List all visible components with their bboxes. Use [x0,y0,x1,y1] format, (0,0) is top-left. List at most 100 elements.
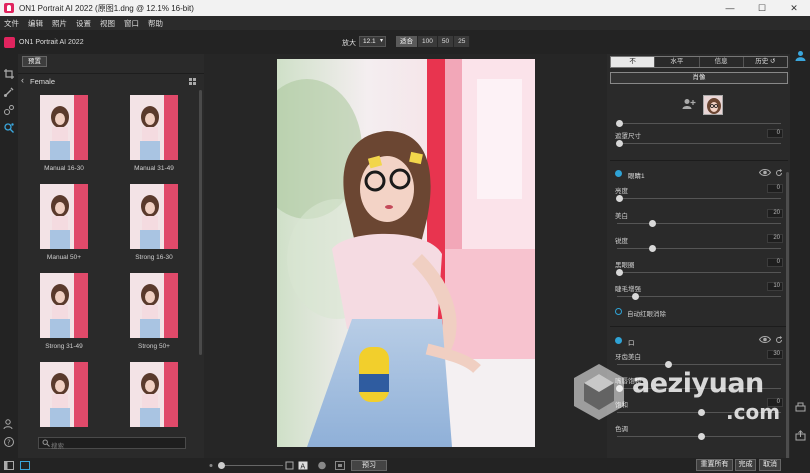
slider-track[interactable] [617,123,781,124]
adjustments-scrollbar[interactable] [786,172,789,462]
section-enabled-dot[interactable] [615,337,622,344]
preset-thumb[interactable]: Manual 16-30 [18,92,108,181]
slider-track[interactable] [617,143,781,144]
preset-thumb[interactable]: Manual 31-49 [108,92,198,181]
tab-2[interactable]: 信息 [700,57,744,67]
red-eye-option[interactable]: 自动红眼消除 [615,307,785,318]
presets-tab[interactable]: 预置 [22,56,47,67]
control-value[interactable]: 0 [767,184,783,193]
single-view-icon[interactable] [20,461,30,470]
close-button[interactable]: ✕ [778,0,810,16]
menu-edit[interactable]: 编辑 [28,18,43,29]
reset-icon[interactable] [775,169,783,177]
preview-button[interactable]: 预习 [351,460,387,471]
zoom-fit-button[interactable]: 适合 [396,36,418,47]
control-value[interactable]: 20 [767,234,783,243]
cancel-button[interactable]: 取消 [759,459,781,471]
preset-thumb[interactable]: Strong 31-49 [18,270,108,359]
preset-thumb-image [130,273,178,338]
maximize-button[interactable]: ☐ [746,0,778,16]
slider-track[interactable] [617,272,781,273]
menu-file[interactable]: 文件 [4,18,19,29]
control-value[interactable]: 0 [767,129,783,138]
menu-window[interactable]: 窗口 [124,18,139,29]
main-photo[interactable] [277,59,535,447]
before-after-icon[interactable] [317,461,327,470]
slider-track[interactable] [617,296,781,297]
done-button[interactable]: 完成 [735,459,756,471]
grid-view-icon[interactable] [189,78,196,85]
menu-photo[interactable]: 照片 [52,18,67,29]
red-eye-radio[interactable] [615,308,622,315]
zoom-100-button[interactable]: 100 [418,36,438,47]
zoom-select[interactable]: 12.1 [359,36,386,47]
preset-category-row[interactable]: ‹ Female [18,73,204,87]
section-enabled-dot[interactable] [615,170,622,177]
slider-track[interactable] [617,248,781,249]
brush-icon[interactable] [3,86,15,98]
control-value[interactable]: 20 [767,209,783,218]
help-icon[interactable]: ? [3,436,15,448]
preset-search-input[interactable]: 搜索 [38,437,186,450]
people-icon[interactable] [3,418,15,430]
photo-canvas[interactable] [204,54,606,458]
preset-thumb[interactable] [108,359,198,448]
control-value[interactable]: 0 [767,258,783,267]
portrait-button[interactable]: 肖像 [610,72,788,84]
slider-knob[interactable] [616,195,623,202]
slider-knob[interactable] [665,361,673,368]
brush-size-track[interactable] [218,465,283,466]
slider-track[interactable] [617,223,781,224]
compare-icon[interactable]: A [298,461,308,470]
user-account-icon[interactable] [795,50,806,61]
slider-knob[interactable] [616,269,623,276]
portrait-tool-icon[interactable] [3,122,15,134]
slider-knob[interactable] [698,433,705,440]
back-chevron-icon[interactable]: ‹ [21,75,24,85]
presets-scrollbar[interactable] [199,90,202,355]
slider-track[interactable] [617,364,781,365]
preset-thumb[interactable]: Strong 16-30 [108,181,198,270]
menu-view[interactable]: 视图 [100,18,115,29]
menu-settings[interactable]: 设置 [76,18,91,29]
eyes-section-header[interactable]: 眼睛1 [615,168,785,180]
tab-1[interactable]: 水平 [655,57,700,67]
eye-icon[interactable] [759,168,771,177]
tab-3[interactable]: 历史 ↺ [744,57,787,67]
control-value[interactable]: 0 [767,398,783,407]
preset-thumb[interactable] [18,359,108,448]
menu-help[interactable]: 帮助 [148,18,163,29]
retouch-icon[interactable] [3,104,15,116]
slider-knob[interactable] [648,220,656,227]
slider-track[interactable] [617,198,781,199]
slider-knob[interactable] [616,120,623,127]
zoom-25-button[interactable]: 25 [454,36,471,47]
share-icon[interactable] [795,430,806,441]
tab-0[interactable]: 不 [611,57,656,67]
panel-toggle-icon[interactable] [4,461,14,470]
minimize-button[interactable]: — [714,0,746,16]
slider-knob[interactable] [698,409,705,416]
reset-all-button[interactable]: 重置所有 [696,459,733,471]
preset-thumb[interactable]: Manual 50+ [18,181,108,270]
control-value[interactable]: 10 [767,282,783,291]
zoom-50-button[interactable]: 50 [437,36,455,47]
slider-track[interactable] [617,388,781,389]
preset-thumb[interactable]: Strong 50+ [108,270,198,359]
control-value[interactable]: 30 [767,350,783,359]
mouth-section-header[interactable]: 口 [615,335,785,347]
slider-knob[interactable] [616,140,623,147]
slider-knob[interactable] [648,245,656,252]
brush-size-small-icon[interactable] [206,461,216,470]
mask-view-icon[interactable] [285,461,295,470]
reset-icon[interactable] [775,336,783,344]
eye-icon[interactable] [759,335,771,344]
slider-knob[interactable] [616,385,623,392]
add-face-icon[interactable] [682,98,696,110]
slider-knob[interactable] [632,293,640,300]
print-icon[interactable] [795,402,806,413]
brush-size-knob[interactable] [218,462,225,469]
control-label: 锐度 [615,238,628,245]
crop-icon[interactable] [3,68,15,80]
overlay-icon[interactable] [335,461,345,470]
